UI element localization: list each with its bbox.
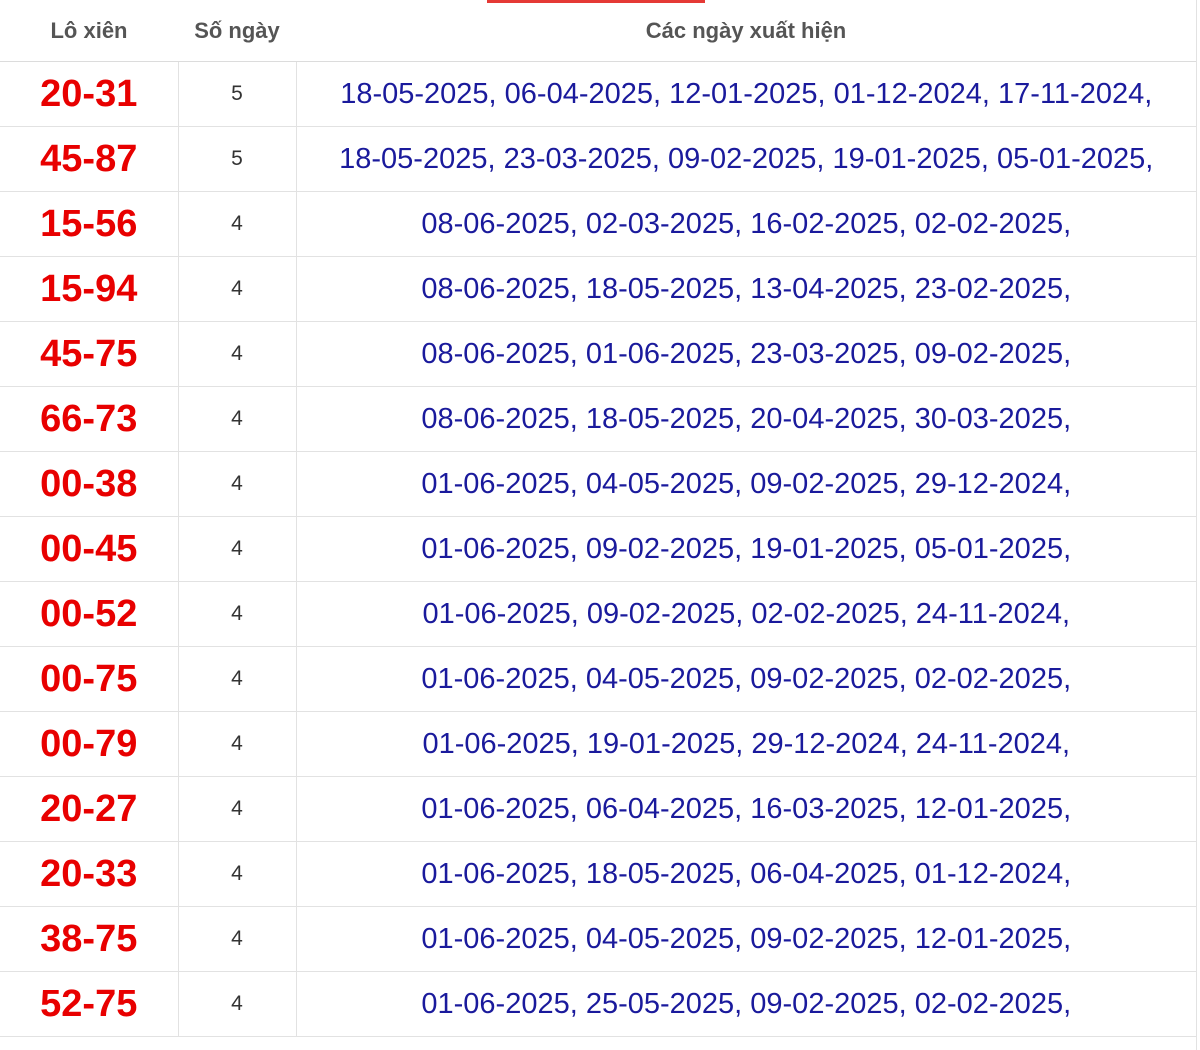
day-count: 4 bbox=[177, 906, 296, 972]
appearance-dates: 01-06-2025, 04-05-2025, 09-02-2025, 12-0… bbox=[295, 906, 1196, 972]
table-row: 45-87 5 18-05-2025, 23-03-2025, 09-02-2025… bbox=[0, 126, 1196, 192]
appearance-dates: 18-05-2025, 06-04-2025, 12-01-2025, 01-1… bbox=[295, 61, 1196, 127]
table-row: 00-38 4 01-06-2025, 04-05-2025, 09-02-2025… bbox=[0, 451, 1196, 517]
appearance-dates: 08-06-2025, 18-05-2025, 20-04-2025, 30-0… bbox=[295, 386, 1196, 452]
table-row: 52-75 4 01-06-2025, 25-05-2025, 09-02-2025… bbox=[0, 971, 1196, 1037]
lo-xien-table: Lô xiên Số ngày Các ngày xuất hiện 20-31… bbox=[0, 0, 1196, 1037]
table-row: 20-33 4 01-06-2025, 18-05-2025, 06-04-2025… bbox=[0, 841, 1196, 907]
day-count: 4 bbox=[177, 711, 296, 777]
pair-number: 20-33 bbox=[0, 841, 178, 907]
table-row: 15-94 4 08-06-2025, 18-05-2025, 13-04-2025… bbox=[0, 256, 1196, 322]
pair-number: 00-38 bbox=[0, 451, 178, 517]
table-row: 38-75 4 01-06-2025, 04-05-2025, 09-02-2025… bbox=[0, 906, 1196, 972]
pair-number: 45-75 bbox=[0, 321, 178, 387]
pair-number: 15-94 bbox=[0, 256, 178, 322]
day-count: 4 bbox=[177, 581, 296, 647]
table-row: 00-79 4 01-06-2025, 19-01-2025, 29-12-2024… bbox=[0, 711, 1196, 777]
appearance-dates: 01-06-2025, 09-02-2025, 19-01-2025, 05-0… bbox=[295, 516, 1196, 582]
day-count: 5 bbox=[177, 126, 296, 192]
day-count: 4 bbox=[177, 776, 296, 842]
table-right-border bbox=[1196, 0, 1197, 1050]
pair-number: 20-27 bbox=[0, 776, 178, 842]
day-count: 4 bbox=[177, 256, 296, 322]
header-pair: Lô xiên bbox=[0, 0, 178, 62]
table-row: 00-45 4 01-06-2025, 09-02-2025, 19-01-2025… bbox=[0, 516, 1196, 582]
pair-number: 20-31 bbox=[0, 61, 178, 127]
day-count: 4 bbox=[177, 971, 296, 1037]
appearance-dates: 01-06-2025, 06-04-2025, 16-03-2025, 12-0… bbox=[295, 776, 1196, 842]
pair-number: 00-75 bbox=[0, 646, 178, 712]
day-count: 4 bbox=[177, 841, 296, 907]
header-dates: Các ngày xuất hiện bbox=[296, 0, 1196, 62]
pair-number: 00-45 bbox=[0, 516, 178, 582]
table-body: 20-31 5 18-05-2025, 06-04-2025, 12-01-2025… bbox=[0, 61, 1196, 1037]
day-count: 4 bbox=[177, 321, 296, 387]
appearance-dates: 01-06-2025, 04-05-2025, 09-02-2025, 02-0… bbox=[295, 646, 1196, 712]
appearance-dates: 08-06-2025, 01-06-2025, 23-03-2025, 09-0… bbox=[295, 321, 1196, 387]
pair-number: 45-87 bbox=[0, 126, 178, 192]
appearance-dates: 18-05-2025, 23-03-2025, 09-02-2025, 19-0… bbox=[295, 126, 1196, 192]
day-count: 4 bbox=[177, 646, 296, 712]
day-count: 4 bbox=[177, 191, 296, 257]
appearance-dates: 01-06-2025, 18-05-2025, 06-04-2025, 01-1… bbox=[295, 841, 1196, 907]
table-row: 00-75 4 01-06-2025, 04-05-2025, 09-02-2025… bbox=[0, 646, 1196, 712]
pair-number: 00-79 bbox=[0, 711, 178, 777]
table-row: 20-27 4 01-06-2025, 06-04-2025, 16-03-2025… bbox=[0, 776, 1196, 842]
pair-number: 52-75 bbox=[0, 971, 178, 1037]
table-row: 20-31 5 18-05-2025, 06-04-2025, 12-01-2025… bbox=[0, 61, 1196, 127]
appearance-dates: 01-06-2025, 19-01-2025, 29-12-2024, 24-1… bbox=[295, 711, 1196, 777]
appearance-dates: 01-06-2025, 25-05-2025, 09-02-2025, 02-0… bbox=[295, 971, 1196, 1037]
day-count: 4 bbox=[177, 451, 296, 517]
table-row: 45-75 4 08-06-2025, 01-06-2025, 23-03-2025… bbox=[0, 321, 1196, 387]
pair-number: 00-52 bbox=[0, 581, 178, 647]
pair-number: 15-56 bbox=[0, 191, 178, 257]
table-row: 66-73 4 08-06-2025, 18-05-2025, 20-04-2025… bbox=[0, 386, 1196, 452]
pair-number: 38-75 bbox=[0, 906, 178, 972]
appearance-dates: 01-06-2025, 09-02-2025, 02-02-2025, 24-1… bbox=[295, 581, 1196, 647]
table-row: 15-56 4 08-06-2025, 02-03-2025, 16-02-2025… bbox=[0, 191, 1196, 257]
day-count: 4 bbox=[177, 516, 296, 582]
pair-number: 66-73 bbox=[0, 386, 178, 452]
table-row: 00-52 4 01-06-2025, 09-02-2025, 02-02-2025… bbox=[0, 581, 1196, 647]
day-count: 4 bbox=[177, 386, 296, 452]
appearance-dates: 08-06-2025, 18-05-2025, 13-04-2025, 23-0… bbox=[295, 256, 1196, 322]
appearance-dates: 08-06-2025, 02-03-2025, 16-02-2025, 02-0… bbox=[295, 191, 1196, 257]
appearance-dates: 01-06-2025, 04-05-2025, 09-02-2025, 29-1… bbox=[295, 451, 1196, 517]
table-header-row: Lô xiên Số ngày Các ngày xuất hiện bbox=[0, 0, 1196, 62]
day-count: 5 bbox=[177, 61, 296, 127]
header-count: Số ngày bbox=[178, 0, 296, 62]
